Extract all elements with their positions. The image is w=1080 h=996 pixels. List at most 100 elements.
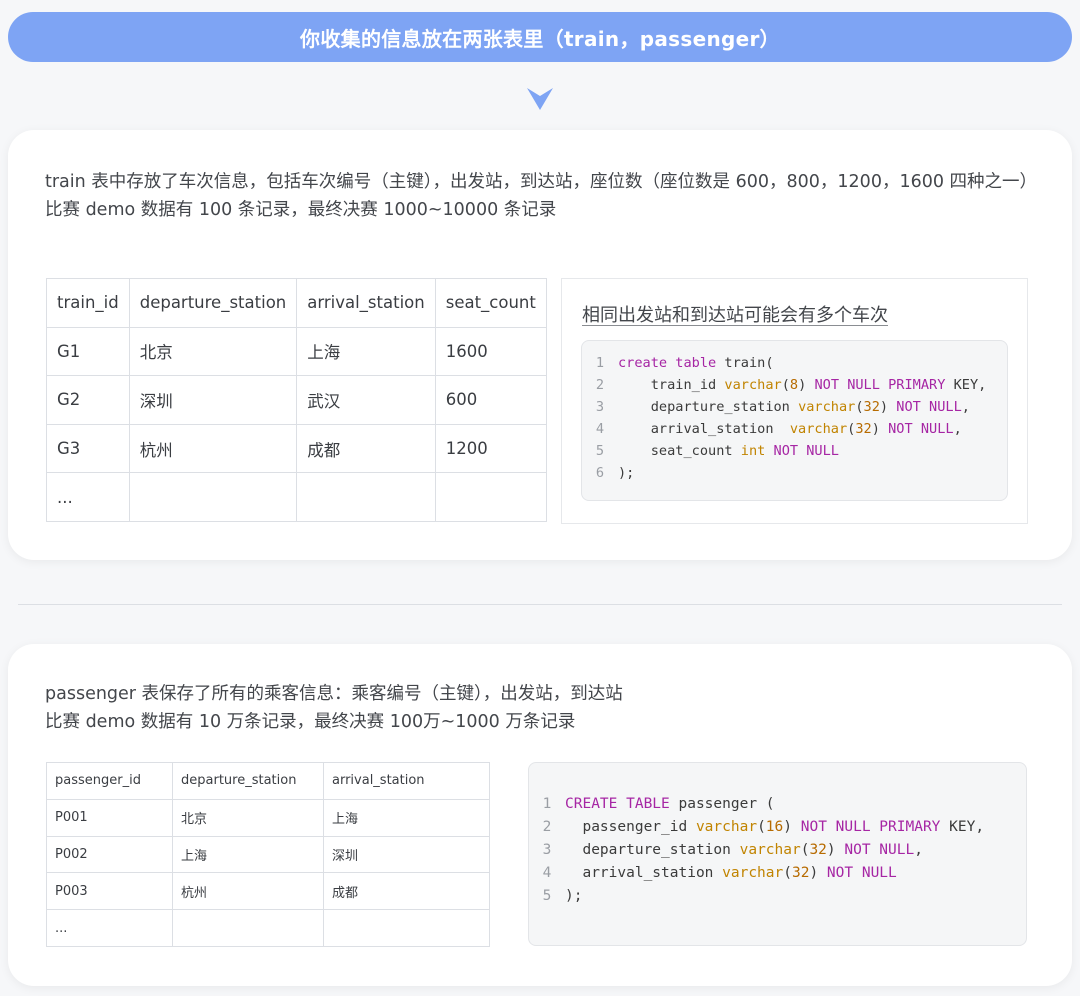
passenger-card: passenger 表保存了所有的乘客信息：乘客编号（主键），出发站，到达站 比… [8,644,1072,986]
table-cell [296,472,436,522]
table-row: P001 北京 上海 [46,798,490,837]
line-number: 4 [542,865,552,881]
code-token: NOT NULL [844,842,915,858]
table-cell [128,472,298,522]
table-cell: P002 [46,835,173,874]
code-token: 16 [765,819,784,835]
column-header: departure_station [172,762,324,800]
line-number: 3 [595,399,605,415]
table-cell: G1 [46,326,130,377]
column-header: passenger_id [46,762,173,800]
code-line: 1 create table train( [582,352,1007,374]
table-cell [434,472,547,522]
table-cell: 北京 [172,798,324,837]
table-cell: 上海 [296,326,436,377]
code-token: ( [757,819,766,835]
code-token: varchar [798,399,856,415]
code-line: 5 seat_count int NOT NULL [582,440,1007,462]
table-cell: P003 [46,872,173,911]
line-number: 1 [595,355,605,371]
table-row: G2 深圳 武汉 600 [46,375,547,425]
table-cell: 600 [434,375,547,425]
passenger-desc-line-2: 比赛 demo 数据有 10 万条记录，最终决赛 100万~1000 万条记录 [45,712,576,732]
table-row: ... [46,909,490,947]
code-line: 3 departure_station varchar(32) NOT NULL… [582,396,1007,418]
code-token: NOT NULL [773,443,839,459]
line-number: 2 [595,377,605,393]
table-cell: ... [46,909,173,947]
table-cell: 北京 [128,326,298,377]
table-row: P002 上海 深圳 [46,835,490,874]
code-token: NOT NULL PRIMARY [814,377,946,393]
code-token: ) [879,399,897,415]
code-token: CREATE TABLE [565,796,670,812]
code-token: ) [783,819,801,835]
code-token: seat_count [618,443,741,459]
code-token: create table [618,355,717,371]
column-header: seat_count [434,278,547,328]
column-header: arrival_station [323,762,490,800]
table-cell: G2 [46,375,130,425]
header-banner: 你收集的信息放在两张表里（train，passenger） [8,12,1072,62]
line-number: 1 [542,796,552,812]
code-token: arrival_station [565,865,723,881]
table-header-row: passenger_id departure_station arrival_sta… [46,762,490,800]
table-cell: 深圳 [323,835,490,874]
code-line: 4 arrival_station varchar(32) NOT NULL, [582,418,1007,440]
table-row: G1 北京 上海 1600 [46,326,547,377]
train-note: 相同出发站和到达站可能会有多个车次 [582,305,888,326]
code-token: 32 [791,865,810,881]
train-desc-line-2: 比赛 demo 数据有 100 条记录，最终决赛 1000~10000 条记录 [45,200,557,220]
code-token: 32 [855,421,872,437]
code-token: int [740,443,766,459]
column-header: arrival_station [296,278,436,328]
table-cell: 上海 [172,835,324,874]
table-cell: 深圳 [128,375,298,425]
code-line: 2 passenger_id varchar(16) NOT NULL PRIM… [529,816,1026,839]
table-cell: 上海 [323,798,490,837]
table-header-row: train_id departure_station arrival_station… [46,278,547,328]
train-table: train_id departure_station arrival_station… [46,278,547,522]
passenger-description: passenger 表保存了所有的乘客信息：乘客编号（主键），出发站，到达站 比… [45,680,1035,736]
table-cell: 成都 [296,423,436,474]
code-token: train_id [618,377,725,393]
code-token: varchar [722,865,784,881]
code-line: 5); [529,885,1026,908]
table-cell: G3 [46,423,130,474]
train-desc-line-1: train 表中存放了车次信息，包括车次编号（主键），出发站，到达站，座位数（座… [45,172,1038,192]
table-row: G3 杭州 成都 1200 [46,423,547,474]
table-cell: 武汉 [296,375,436,425]
code-line: 6); [582,462,1007,484]
code-token: KEY, [945,377,987,393]
code-token: NOT NULL [896,399,962,415]
code-token: ( [781,377,790,393]
code-token: 32 [809,842,827,858]
passenger-desc-line-1: passenger 表保存了所有的乘客信息：乘客编号（主键），出发站，到达站 [45,684,623,704]
train-card: train 表中存放了车次信息，包括车次编号（主键），出发站，到达站，座位数（座… [8,130,1072,560]
code-token: NOT NULL PRIMARY [800,819,941,835]
line-number: 4 [595,421,605,437]
code-token: passenger_id [565,819,696,835]
code-line: 2 train_id varchar(8) NOT NULL PRIMARY K… [582,374,1007,396]
table-cell [172,909,324,947]
code-line: 1 CREATE TABLE passenger ( [529,793,1026,816]
table-cell: 1600 [434,326,547,377]
code-token: 8 [789,377,799,393]
section-divider [18,604,1062,605]
table-cell: 1200 [434,423,547,474]
code-token: ); [618,465,635,481]
table-cell: ... [46,472,130,522]
column-header: departure_station [128,278,298,328]
table-cell: 杭州 [172,872,324,911]
code-token: ); [565,888,583,904]
code-token: passenger ( [669,796,775,812]
code-token: 32 [863,399,880,415]
code-token: ( [783,865,792,881]
code-token: ) [826,842,845,858]
table-cell: 成都 [323,872,490,911]
code-token: varchar [695,819,758,835]
code-line: 3 departure_station varchar(32) NOT NULL… [529,839,1026,862]
line-number: 2 [542,819,552,835]
train-schema-panel: 相同出发站和到达站可能会有多个车次 1 create table train(2 … [561,278,1028,524]
column-header: train_id [46,278,130,328]
